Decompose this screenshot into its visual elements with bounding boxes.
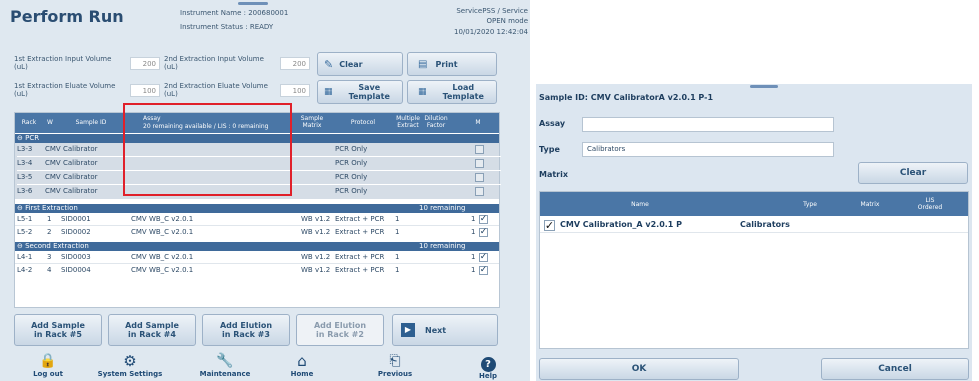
perform-run-screen: Perform Run Instrument Name : 200680001 … <box>0 0 530 381</box>
row-checkbox[interactable] <box>475 187 484 196</box>
assay-results-table: Name Type Matrix LIS Ordered ✓ CMV Calibr… <box>539 191 969 349</box>
row-checkbox[interactable] <box>475 173 484 182</box>
instrument-status: Instrument Status : READY <box>180 23 274 31</box>
help-button[interactable]: ? Help <box>468 352 508 380</box>
mode-indicator: OPEN mode <box>486 17 528 25</box>
collapse-icon[interactable]: ⊖ <box>17 204 25 212</box>
save-template-button[interactable]: ▦ Save Template <box>317 80 403 104</box>
col-dilution-factor: Dilution Factor <box>424 115 448 129</box>
datetime: 10/01/2020 12:42:04 <box>453 28 528 36</box>
row-checkbox[interactable] <box>475 145 484 154</box>
row-checkbox[interactable]: ✓ <box>544 220 555 231</box>
nav-bar: 🔒 Log out ⚙ System Settings 🔧 Maintenance ⌂… <box>0 352 530 381</box>
table-row[interactable]: ✓ CMV Calibration_A v2.0.1 P Calibrators <box>540 217 968 233</box>
printer-icon: ▤ <box>418 58 428 70</box>
page-title: Perform Run <box>10 7 124 26</box>
highlight-box <box>123 103 292 196</box>
cancel-button[interactable]: Cancel <box>821 358 969 380</box>
table-header: Name Type Matrix LIS Ordered <box>540 192 968 216</box>
col-m: M <box>475 119 481 126</box>
table-row[interactable]: L5-2 2 SID0002 CMV WB_C v2.0.1 WB v1.2 Extrac… <box>15 226 499 239</box>
section-second-extraction: ⊖ Second Extraction 10 remaining availabl… <box>15 242 499 259</box>
help-icon: ? <box>480 357 496 372</box>
maintenance-button[interactable]: 🔧 Maintenance <box>190 352 260 378</box>
second-eluate-volume-field[interactable]: 100 <box>280 84 310 97</box>
collapse-icon[interactable]: ⊖ <box>17 134 25 142</box>
instrument-name: Instrument Name : 200680001 <box>180 9 289 17</box>
type-label: Type <box>539 145 560 154</box>
add-elution-rack2-button[interactable]: Add Elution in Rack #2 <box>296 314 384 346</box>
first-input-volume-field[interactable]: 200 <box>130 57 160 70</box>
row-checkbox[interactable]: ✓ <box>479 228 488 237</box>
drag-handle[interactable] <box>238 2 268 5</box>
col-protocol: Protocol <box>350 119 376 126</box>
clear-button[interactable]: Clear <box>858 162 968 184</box>
drag-handle[interactable] <box>750 85 778 88</box>
table-row[interactable]: L4-2 4 SID0004 CMV WB_C v2.0.1 WB v1.2 Extrac… <box>15 264 499 277</box>
system-settings-button[interactable]: ⚙ System Settings <box>95 352 165 378</box>
collapse-icon[interactable]: ⊖ <box>17 242 25 250</box>
add-sample-rack5-button[interactable]: Add Sample in Rack #5 <box>14 314 102 346</box>
logout-button[interactable]: 🔒 Log out <box>28 352 68 378</box>
assay-dialog: Sample ID: CMV CalibratorA v2.0.1 P-1 As… <box>536 84 972 381</box>
load-template-icon: ▦ <box>418 87 427 97</box>
add-elution-rack3-button[interactable]: Add Elution in Rack #3 <box>202 314 290 346</box>
col-matrix: Matrix <box>860 201 880 208</box>
assay-name: CMV Calibration_A v2.0.1 P <box>560 220 683 229</box>
second-eluate-volume-label: 2nd Extraction Eluate Volume (uL) <box>164 82 268 98</box>
second-input-volume-label: 2nd Extraction Input Volume (uL) <box>164 55 264 71</box>
lock-icon: 🔒 <box>39 353 57 369</box>
previous-icon: ⎗ <box>389 353 401 369</box>
col-name: Name <box>631 201 649 208</box>
print-button[interactable]: ▤ Print <box>407 52 497 76</box>
first-eluate-volume-field[interactable]: 100 <box>130 84 160 97</box>
row-checkbox[interactable]: ✓ <box>479 215 488 224</box>
eraser-icon: ✎ <box>324 57 334 71</box>
col-multiple-extract: Multiple Extract <box>396 115 420 129</box>
table-row[interactable]: L4-1 3 SID0003 CMV WB_C v2.0.1 WB v1.2 Extrac… <box>15 251 499 264</box>
col-rack: Rack <box>21 119 37 126</box>
save-template-icon: ▦ <box>324 87 333 97</box>
section-first-extraction: ⊖ First Extraction 10 remaining available <box>15 204 499 221</box>
row-checkbox[interactable]: ✓ <box>479 253 488 262</box>
clear-button[interactable]: ✎ Clear <box>317 52 403 76</box>
arrow-right-icon: ▶ <box>401 323 415 337</box>
col-sample-matrix: Sample Matrix <box>300 115 324 129</box>
col-sample-id: Sample ID <box>75 119 107 126</box>
dialog-sample-id: Sample ID: CMV CalibratorA v2.0.1 P-1 <box>539 93 714 102</box>
table-row[interactable]: L5-1 1 SID0001 CMV WB_C v2.0.1 WB v1.2 Extrac… <box>15 213 499 226</box>
row-checkbox[interactable]: ✓ <box>479 266 488 275</box>
user-name: ServicePSS / Service <box>456 7 528 15</box>
assay-input[interactable] <box>582 117 834 132</box>
previous-button[interactable]: ⎗ Previous <box>370 352 420 378</box>
add-sample-rack4-button[interactable]: Add Sample in Rack #4 <box>108 314 196 346</box>
gear-icon: ⚙ <box>123 352 137 370</box>
col-type: Type <box>803 201 817 208</box>
load-template-button[interactable]: ▦ Load Template <box>407 80 497 104</box>
assay-label: Assay <box>539 119 566 128</box>
home-button[interactable]: ⌂ Home <box>282 352 322 378</box>
second-input-volume-field[interactable]: 200 <box>280 57 310 70</box>
col-w: W <box>47 119 53 126</box>
first-input-volume-label: 1st Extraction Input Volume (uL) <box>14 55 112 71</box>
ok-button[interactable]: OK <box>539 358 739 380</box>
first-eluate-volume-label: 1st Extraction Eluate Volume (uL) <box>14 82 116 98</box>
wrench-icon: 🔧 <box>216 353 234 369</box>
row-checkbox[interactable] <box>475 159 484 168</box>
matrix-label: Matrix <box>539 170 569 179</box>
col-lis-ordered: LIS Ordered <box>917 197 943 211</box>
assay-type: Calibrators <box>740 220 790 229</box>
next-button[interactable]: ▶ Next <box>392 314 498 346</box>
type-input[interactable]: Calibrators <box>582 142 834 157</box>
home-icon: ⌂ <box>297 352 307 370</box>
